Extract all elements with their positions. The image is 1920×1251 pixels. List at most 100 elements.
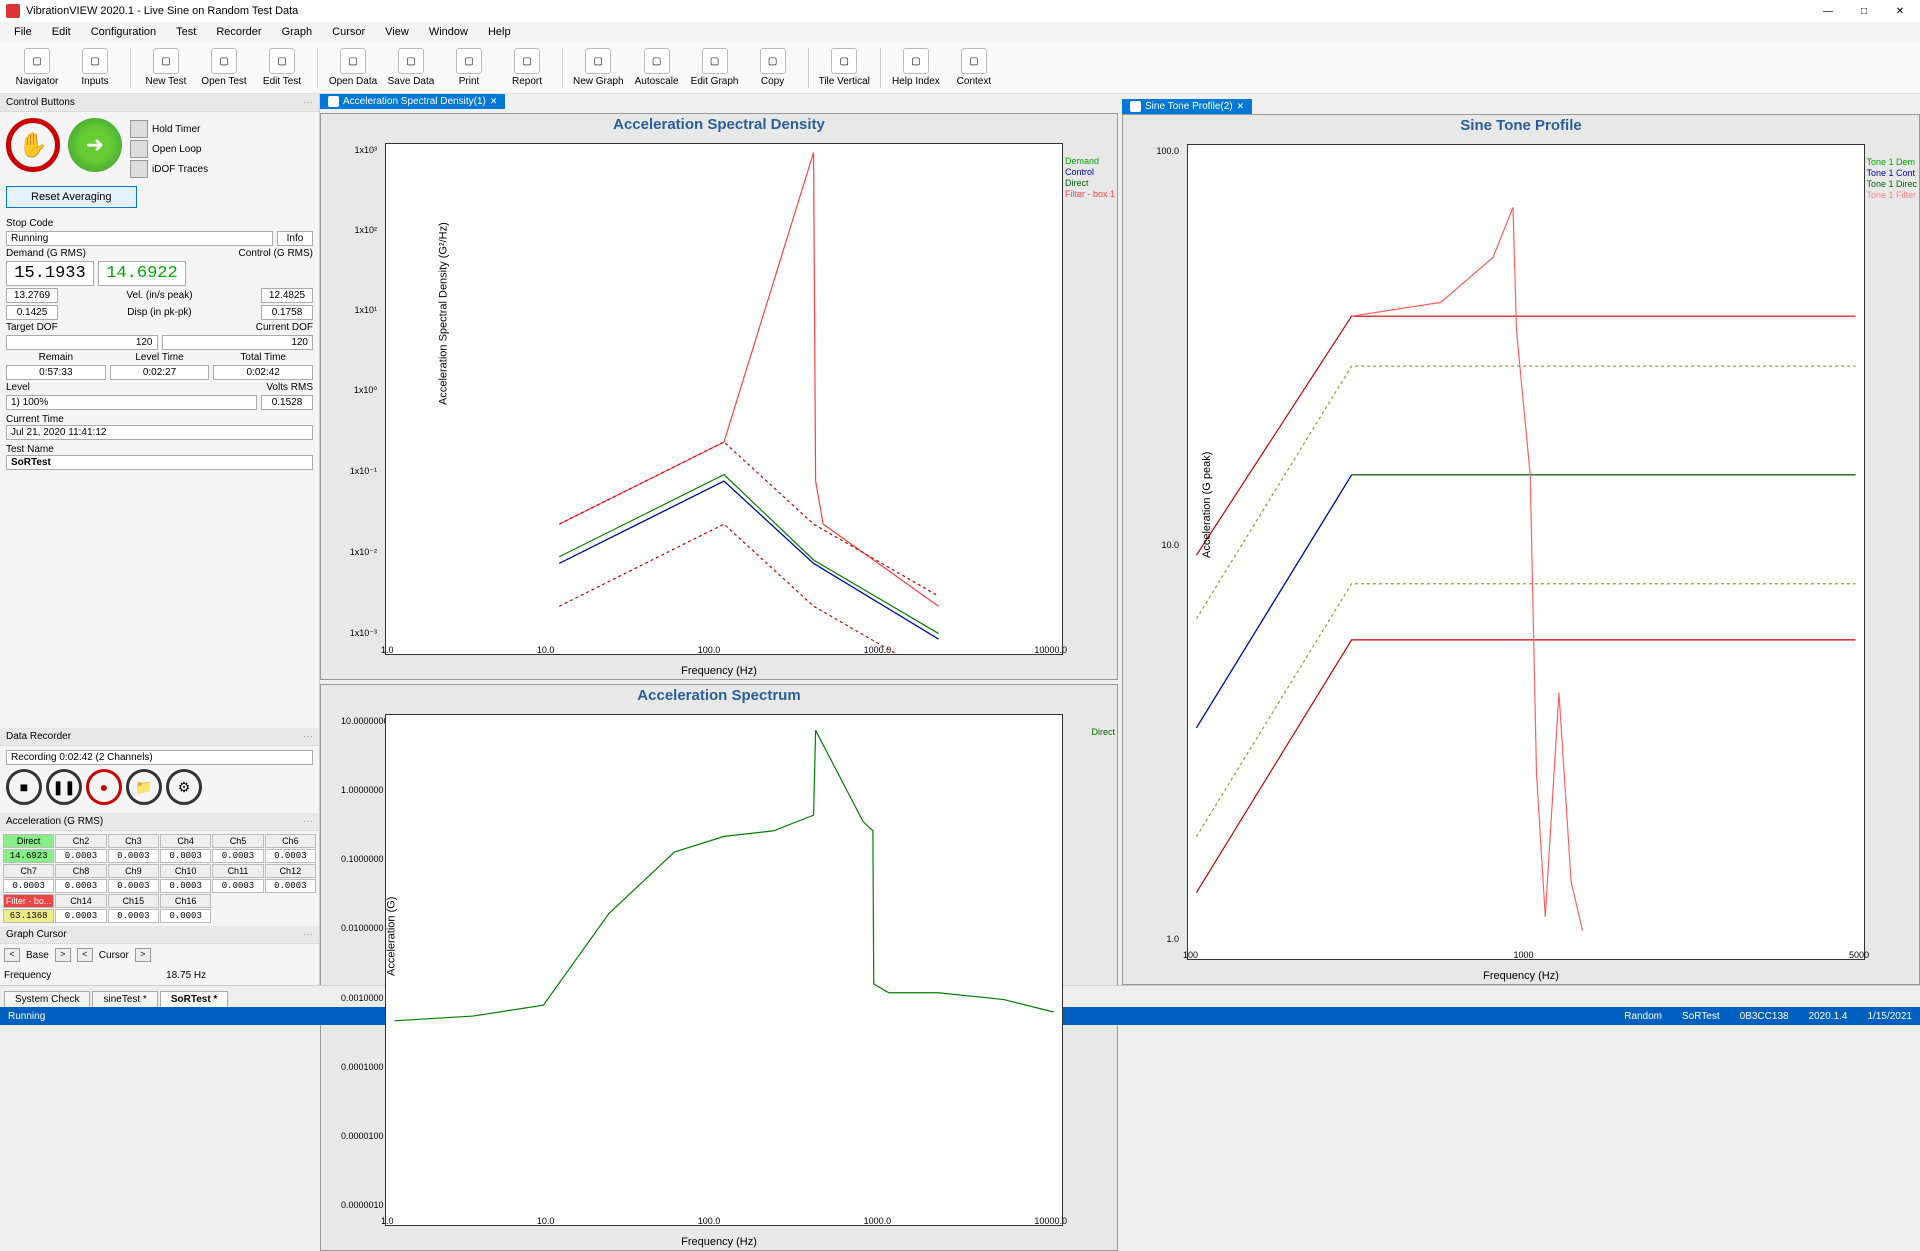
toolbar-icon: ▢ (211, 48, 237, 74)
acc-header: Ch7 (3, 864, 54, 878)
toolbar-report[interactable]: ▢Report (502, 48, 552, 87)
chart-icon (328, 96, 339, 107)
cursor-base-prev[interactable]: < (4, 948, 20, 962)
recorder-stop-button[interactable]: ■ (6, 769, 42, 805)
toolbar-save-data[interactable]: ▢Save Data (386, 48, 436, 87)
acc-value: 63.1368 (3, 909, 54, 923)
recorder-status: Recording 0:02:42 (2 Channels) (6, 750, 313, 765)
cursor-prev[interactable]: < (77, 948, 93, 962)
acc-header: Ch3 (108, 834, 159, 848)
close-icon[interactable]: ✕ (490, 96, 498, 107)
acc-value: 0.0003 (160, 879, 211, 893)
menu-edit[interactable]: Edit (44, 24, 79, 40)
bottom-tab-systemcheck[interactable]: System Check (4, 991, 90, 1007)
acc-header: Filter - bo... (3, 894, 54, 908)
acc-value: 0.0003 (55, 879, 106, 893)
toolbar-new-graph[interactable]: ▢New Graph (573, 48, 624, 87)
spectrum-chart[interactable]: Acceleration (G) (385, 714, 1063, 1226)
acc-header: Ch16 (160, 894, 211, 908)
acc-value: 0.0003 (265, 849, 316, 863)
acceleration-table: DirectCh2Ch3Ch4Ch5Ch614.69230.00030.0003… (0, 831, 319, 926)
acc-header: Direct (3, 834, 54, 848)
acceleration-panel-header: Acceleration (G RMS) (0, 813, 319, 831)
acc-header: Ch9 (108, 864, 159, 878)
toolbar-edit-graph[interactable]: ▢Edit Graph (690, 48, 740, 87)
toolbar-inputs[interactable]: ▢Inputs (70, 48, 120, 87)
menu-file[interactable]: File (6, 24, 40, 40)
menu-configuration[interactable]: Configuration (83, 24, 164, 40)
menu-window[interactable]: Window (421, 24, 476, 40)
recorder-record-button[interactable]: ● (86, 769, 122, 805)
minimize-button[interactable]: — (1814, 2, 1842, 20)
cursor-base-next[interactable]: > (55, 948, 71, 962)
tab-asd[interactable]: Acceleration Spectral Density(1)✕ (320, 94, 505, 109)
recorder-open-button[interactable]: 📁 (126, 769, 162, 805)
acc-value: 0.0003 (108, 849, 159, 863)
toolbar-icon: ▢ (961, 48, 987, 74)
sine-chart[interactable]: Acceleration (G peak) (1187, 144, 1865, 960)
toolbar-icon: ▢ (456, 48, 482, 74)
recorder-settings-button[interactable]: ⚙ (166, 769, 202, 805)
menu-graph[interactable]: Graph (274, 24, 321, 40)
control-panel-header: Control Buttons (0, 94, 319, 112)
maximize-button[interactable]: □ (1850, 2, 1878, 20)
toolbar-print[interactable]: ▢Print (444, 48, 494, 87)
spectrum-chart-title: Acceleration Spectrum (321, 685, 1117, 706)
open-loop-checkbox[interactable] (130, 140, 148, 158)
toolbar-autoscale[interactable]: ▢Autoscale (632, 48, 682, 87)
recorder-pause-button[interactable]: ❚❚ (46, 769, 82, 805)
menu-recorder[interactable]: Recorder (208, 24, 269, 40)
acc-header: Ch12 (265, 864, 316, 878)
toolbar-tile-vertical[interactable]: ▢Tile Vertical (819, 48, 870, 87)
acc-value: 0.0003 (108, 879, 159, 893)
app-title: VibrationVIEW 2020.1 - Live Sine on Rand… (26, 5, 298, 17)
asd-chart-title: Acceleration Spectral Density (321, 114, 1117, 135)
menu-cursor[interactable]: Cursor (324, 24, 373, 40)
app-icon (6, 4, 20, 18)
acc-value: 0.0003 (212, 879, 263, 893)
acc-header: Ch14 (55, 894, 106, 908)
acc-value: 0.0003 (160, 849, 211, 863)
asd-chart[interactable]: Acceleration Spectral Density (G²/Hz) (385, 143, 1063, 655)
toolbar-icon: ▢ (82, 48, 108, 74)
acc-header: Ch10 (160, 864, 211, 878)
acc-header: Ch4 (160, 834, 211, 848)
status-running: Running (8, 1011, 45, 1022)
demand-value: 15.1933 (6, 261, 94, 286)
hold-timer-checkbox[interactable] (130, 120, 148, 138)
bottom-tab-sortest[interactable]: SoRTest * (160, 991, 229, 1007)
menu-view[interactable]: View (377, 24, 417, 40)
cursor-panel-header: Graph Cursor (0, 926, 319, 944)
sine-chart-title: Sine Tone Profile (1123, 115, 1919, 136)
tab-sine[interactable]: Sine Tone Profile(2)✕ (1122, 99, 1252, 114)
toolbar-help-index[interactable]: ▢Help Index (891, 48, 941, 87)
control-value: 14.6922 (98, 261, 186, 286)
acc-value: 0.0003 (3, 879, 54, 893)
acc-header: Ch6 (265, 834, 316, 848)
info-button[interactable]: Info (277, 231, 313, 246)
cursor-next[interactable]: > (135, 948, 151, 962)
menu-test[interactable]: Test (168, 24, 204, 40)
toolbar-navigator[interactable]: ▢Navigator (12, 48, 62, 87)
run-button[interactable]: ➜ (68, 118, 122, 172)
menubar: FileEditConfigurationTestRecorder GraphCu… (0, 22, 1920, 42)
toolbar-open-data[interactable]: ▢Open Data (328, 48, 378, 87)
toolbar-copy[interactable]: ▢Copy (748, 48, 798, 87)
main-toolbar: ▢Navigator▢Inputs▢New Test▢Open Test▢Edi… (0, 42, 1920, 94)
toolbar-icon: ▢ (153, 48, 179, 74)
acc-value: 14.6923 (3, 849, 54, 863)
reset-averaging-button[interactable]: Reset Averaging (6, 186, 137, 208)
close-button[interactable]: ✕ (1886, 2, 1914, 20)
titlebar: VibrationVIEW 2020.1 - Live Sine on Rand… (0, 0, 1920, 22)
idof-traces-checkbox[interactable] (130, 160, 148, 178)
menu-help[interactable]: Help (480, 24, 519, 40)
bottom-tab-sinetest[interactable]: sineTest * (92, 991, 157, 1007)
toolbar-context[interactable]: ▢Context (949, 48, 999, 87)
toolbar-icon: ▢ (831, 48, 857, 74)
toolbar-icon: ▢ (514, 48, 540, 74)
close-icon[interactable]: ✕ (1237, 101, 1245, 112)
toolbar-new-test[interactable]: ▢New Test (141, 48, 191, 87)
stop-button[interactable]: ✋ (6, 118, 60, 172)
toolbar-open-test[interactable]: ▢Open Test (199, 48, 249, 87)
toolbar-edit-test[interactable]: ▢Edit Test (257, 48, 307, 87)
